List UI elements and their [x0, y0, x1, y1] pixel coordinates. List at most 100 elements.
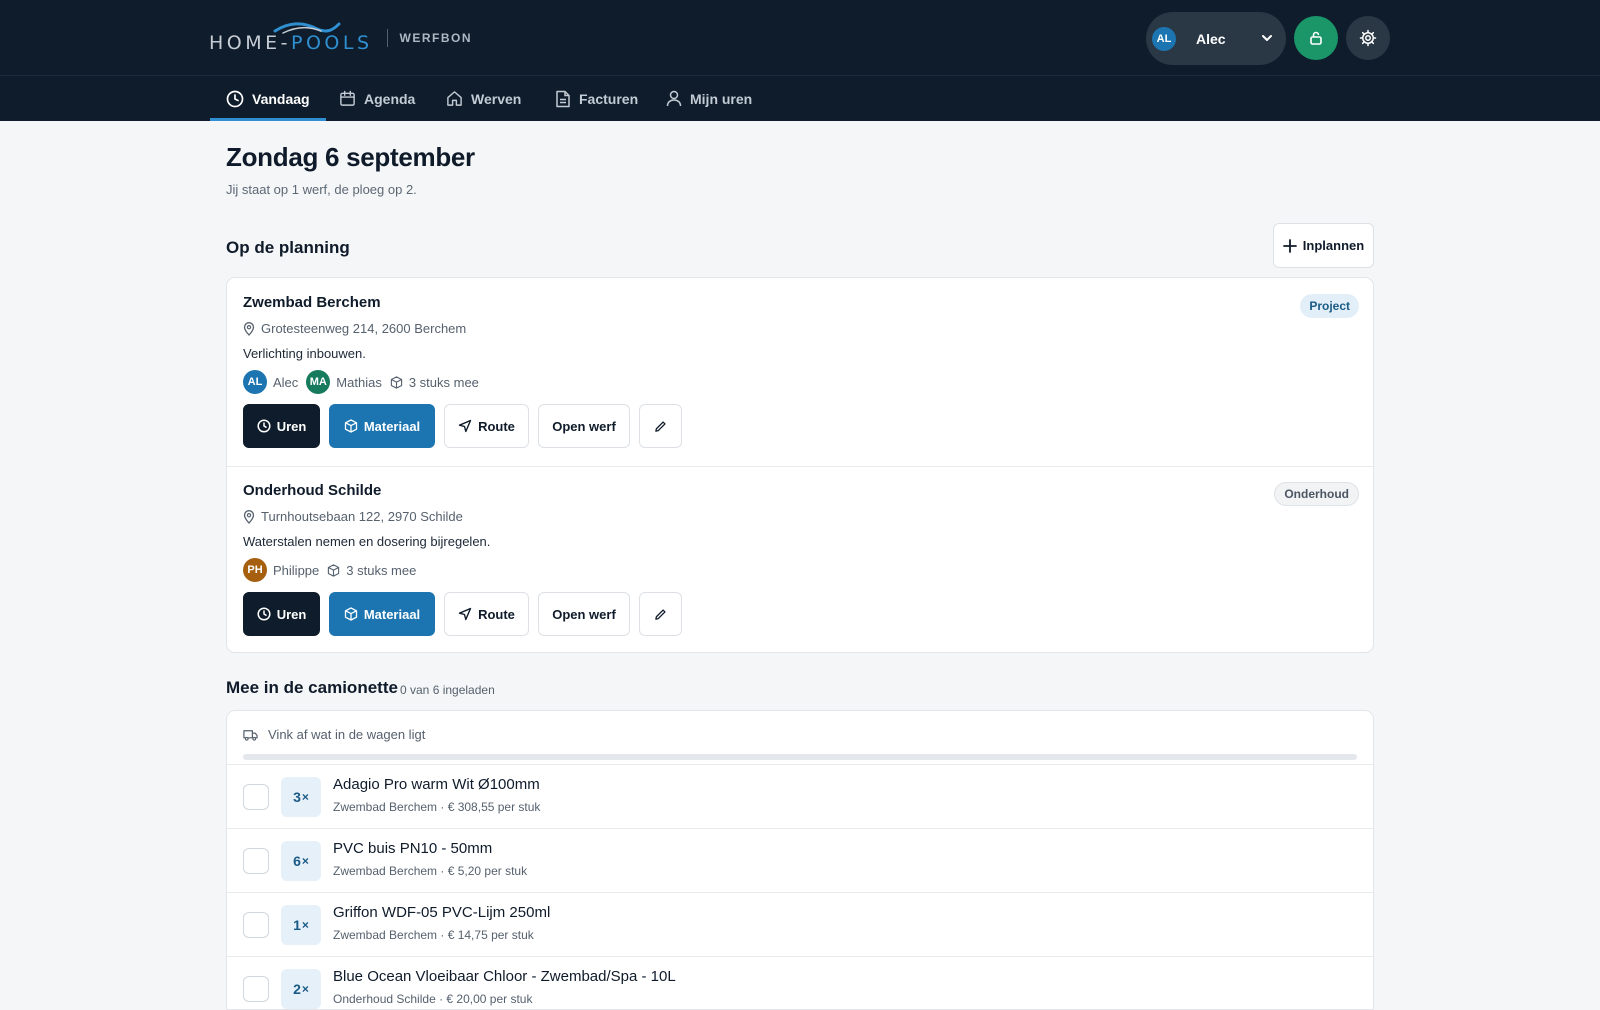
- tab-werven[interactable]: Werven: [446, 76, 521, 121]
- home-icon: [447, 91, 462, 106]
- crew-name: Alec: [273, 374, 299, 390]
- job-type-badge: Project: [1300, 294, 1359, 318]
- crew-name: Philippe: [273, 562, 320, 578]
- quantity-value: 1: [293, 917, 301, 933]
- avatar: AL: [1152, 26, 1176, 51]
- navigation-icon: [458, 419, 472, 433]
- lock-button[interactable]: [1294, 16, 1338, 60]
- camionette-hint-text: Vink af wat in de wagen ligt: [268, 727, 426, 742]
- quantity-suffix: ×: [301, 982, 309, 996]
- job-title[interactable]: Onderhoud Schilde: [243, 482, 381, 499]
- list-item: 6 × PVC buis PN10 - 50mm Zwembad Berchem …: [227, 828, 1373, 892]
- map-pin-icon: [243, 321, 255, 336]
- item-name: Adagio Pro warm Wit Ø100mm: [333, 776, 540, 793]
- crew-name: Mathias: [336, 374, 382, 390]
- user-name: Alec: [1196, 30, 1226, 47]
- quantity-badge: 6 ×: [281, 841, 321, 881]
- user-icon: [666, 90, 682, 107]
- job-title[interactable]: Zwembad Berchem: [243, 294, 381, 311]
- job-actions: Uren Materiaal Route Open werf: [243, 592, 691, 636]
- box-icon: [344, 419, 357, 433]
- quantity-value: 6: [293, 853, 301, 869]
- settings-button[interactable]: [1346, 16, 1390, 60]
- tab-label: Werven: [471, 90, 522, 107]
- app-name: WERFBON: [399, 31, 473, 45]
- tab-label: Vandaag: [252, 90, 310, 107]
- materiaal-button[interactable]: Materiaal: [329, 404, 435, 448]
- list-item: 3 × Adagio Pro warm Wit Ø100mm Zwembad Be…: [227, 764, 1373, 828]
- avatar: PH: [243, 558, 267, 582]
- clock-icon: [226, 90, 244, 107]
- materiaal-button[interactable]: Materiaal: [329, 592, 435, 636]
- loaded-checkbox[interactable]: [243, 912, 269, 938]
- item-meta: Onderhoud Schilde · € 20,00 per stuk: [333, 992, 533, 1006]
- uren-label: Uren: [276, 606, 307, 622]
- job-description: Waterstalen nemen en dosering bijregelen…: [243, 534, 491, 549]
- tab-label: Facturen: [579, 90, 639, 107]
- gear-icon: [1359, 29, 1377, 47]
- tab-agenda[interactable]: Agenda: [339, 76, 415, 121]
- open-werf-button[interactable]: Open werf: [538, 404, 630, 448]
- item-meta: Zwembad Berchem · € 308,55 per stuk: [333, 800, 541, 814]
- item-meta: Zwembad Berchem · € 5,20 per stuk: [333, 864, 528, 878]
- job-crew: AL Alec MA Mathias 3 stuks mee: [243, 370, 479, 394]
- chevron-down-icon: [1262, 35, 1272, 41]
- top-bar: HOME-POOLS WERFBON AL Alec: [0, 0, 1600, 76]
- route-button[interactable]: Route: [444, 404, 529, 448]
- items-count-text: 3 stuks mee: [346, 562, 417, 578]
- open-werf-button[interactable]: Open werf: [538, 592, 630, 636]
- user-menu-button[interactable]: AL Alec: [1146, 12, 1286, 65]
- box-icon: [390, 375, 402, 389]
- add-planning-button[interactable]: Inplannen: [1273, 223, 1374, 268]
- open-werf-label: Open werf: [552, 418, 616, 434]
- avatar: AL: [243, 370, 267, 394]
- crew-member: AL Alec: [243, 370, 298, 394]
- item-meta: Zwembad Berchem · € 14,75 per stuk: [333, 928, 534, 942]
- loaded-checkbox[interactable]: [243, 848, 269, 874]
- item-name: PVC buis PN10 - 50mm: [333, 840, 493, 857]
- route-button[interactable]: Route: [444, 592, 529, 636]
- calendar-icon: [340, 90, 355, 106]
- quantity-suffix: ×: [301, 790, 309, 804]
- brand-logo[interactable]: HOME-POOLS WERFBON: [209, 22, 472, 56]
- quantity-suffix: ×: [301, 918, 309, 932]
- map-pin-icon: [243, 509, 255, 524]
- route-label: Route: [478, 606, 515, 622]
- job-type-badge: Onderhoud: [1274, 482, 1359, 506]
- tab-vandaag[interactable]: Vandaag: [210, 76, 326, 121]
- job-address: Grotesteenweg 214, 2600 Berchem: [243, 321, 466, 336]
- camionette-hint: Vink af wat in de wagen ligt: [243, 727, 425, 742]
- job-description: Verlichting inbouwen.: [243, 346, 366, 361]
- main-nav: Vandaag Agenda Werven Facturen Mijn uren: [0, 76, 1600, 121]
- page-subtitle: Jij staat op 1 werf, de ploeg op 2.: [226, 182, 417, 197]
- uren-button[interactable]: Uren: [243, 404, 320, 448]
- loaded-checkbox[interactable]: [243, 976, 269, 1002]
- camionette-count: 0 van 6 ingeladen: [400, 683, 495, 697]
- edit-button[interactable]: [639, 404, 682, 448]
- planning-title: Op de planning: [226, 238, 350, 257]
- pencil-icon: [655, 608, 666, 620]
- route-label: Route: [478, 418, 515, 434]
- camionette-title: Mee in de camionette: [226, 678, 398, 697]
- tab-facturen[interactable]: Facturen: [555, 76, 638, 121]
- loaded-checkbox[interactable]: [243, 784, 269, 810]
- uren-button[interactable]: Uren: [243, 592, 320, 636]
- item-name: Griffon WDF-05 PVC-Lijm 250ml: [333, 904, 551, 921]
- job-address: Turnhoutsebaan 122, 2970 Schilde: [243, 509, 463, 524]
- items-count: 3 stuks mee: [390, 375, 479, 390]
- pencil-icon: [655, 420, 666, 432]
- tab-mijn-uren[interactable]: Mijn uren: [666, 76, 752, 121]
- open-werf-label: Open werf: [552, 606, 616, 622]
- list-item: 2 × Blue Ocean Vloeibaar Chloor - Zwembad…: [227, 956, 1373, 1009]
- tab-label: Mijn uren: [690, 90, 753, 107]
- lock-icon: [1310, 31, 1322, 45]
- navigation-icon: [458, 607, 472, 621]
- box-icon: [328, 563, 340, 577]
- clock-icon: [257, 419, 271, 433]
- item-name: Blue Ocean Vloeibaar Chloor - Zwembad/Sp…: [333, 968, 676, 985]
- quantity-badge: 2 ×: [281, 969, 321, 1009]
- items-count-text: 3 stuks mee: [408, 374, 479, 390]
- page-title: Zondag 6 september: [226, 142, 475, 172]
- plus-icon: [1282, 238, 1297, 253]
- edit-button[interactable]: [639, 592, 682, 636]
